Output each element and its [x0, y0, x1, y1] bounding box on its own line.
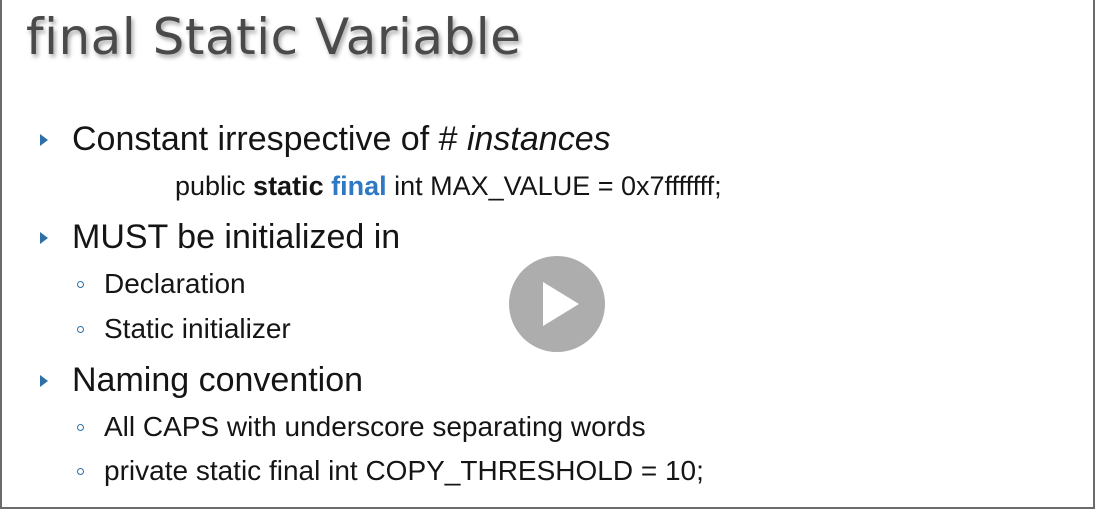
sub-bullet-item: All CAPS with underscore separating word…: [77, 411, 646, 443]
sub-bullet-text: private static final int COPY_THRESHOLD …: [104, 455, 704, 486]
triangle-bullet-icon: [40, 231, 48, 244]
code-example: public static final int MAX_VALUE = 0x7f…: [175, 171, 722, 202]
code-suffix: int MAX_VALUE = 0x7fffffff;: [386, 171, 722, 201]
sub-bullet-item: Static initializer: [77, 313, 291, 345]
code-final-keyword: final: [331, 171, 387, 201]
triangle-bullet-icon: [40, 133, 48, 146]
sub-bullet-item: Declaration: [77, 268, 246, 300]
play-icon: [543, 282, 579, 326]
circle-bullet-icon: [77, 467, 84, 475]
sub-bullet-text: Static initializer: [104, 313, 291, 344]
bullet-item: Naming convention: [40, 361, 363, 400]
slide: final Static Variable Constant irrespect…: [0, 0, 1095, 509]
sub-bullet-text: Declaration: [104, 268, 246, 299]
triangle-bullet-icon: [40, 374, 48, 387]
bullet-text-plain: Constant irrespective of #: [72, 120, 467, 158]
bullet-text: Naming convention: [72, 361, 364, 399]
slide-title: final Static Variable: [26, 8, 522, 66]
sub-bullet-text: All CAPS with underscore separating word…: [104, 411, 646, 442]
circle-bullet-icon: [77, 325, 84, 333]
bullet-item: MUST be initialized in: [40, 218, 400, 257]
bullet-text: Constant irrespective of # instances: [72, 120, 611, 159]
bullet-text: MUST be initialized in: [72, 218, 401, 256]
video-play-button[interactable]: [509, 256, 605, 352]
circle-bullet-icon: [77, 280, 84, 288]
code-static-keyword: static: [253, 171, 324, 201]
bullet-item: Constant irrespective of # instances: [40, 120, 611, 159]
code-prefix: public: [175, 171, 254, 201]
bullet-text-italic: instances: [466, 120, 611, 158]
sub-bullet-item: private static final int COPY_THRESHOLD …: [77, 455, 704, 487]
circle-bullet-icon: [77, 423, 84, 431]
